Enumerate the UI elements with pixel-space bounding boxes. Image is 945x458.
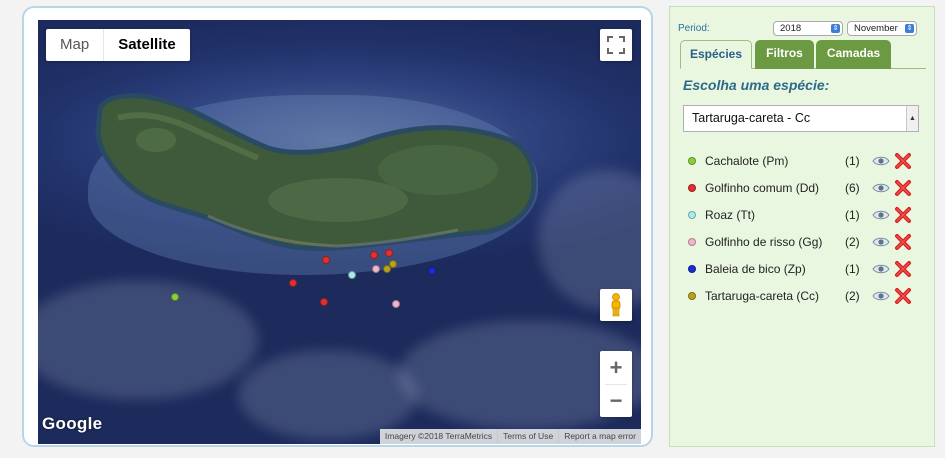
species-name: Golfinho comum (Dd) [705, 180, 820, 195]
species-select[interactable]: Tartaruga-careta - Cc ▲ [683, 105, 919, 132]
remove-x-icon[interactable] [894, 233, 912, 251]
species-count: (1) [845, 207, 860, 222]
species-list: Cachalote (Pm) (1) Golfinho comum (Dd) (6) R… [688, 147, 924, 309]
google-logo: Google [42, 414, 103, 433]
select-arrows-icon: ⇕ [831, 24, 840, 33]
fullscreen-button[interactable] [600, 29, 632, 61]
period-row: Period: 2018 ⇕ November ⇕ [678, 21, 917, 36]
species-row: Tartaruga-careta (Cc) (2) [688, 282, 924, 309]
island-shape [95, 93, 537, 252]
map-type-map-button[interactable]: Map [46, 29, 103, 61]
marker-golfinho-comum[interactable] [385, 249, 393, 257]
fullscreen-icon [607, 36, 625, 54]
marker-golfinho-comum[interactable] [370, 251, 378, 259]
species-count: (1) [845, 261, 860, 276]
imagery-credit: Imagery ©2018 TerraMetrics [384, 431, 493, 441]
eye-icon[interactable] [871, 208, 891, 222]
species-row: Golfinho comum (Dd) (6) [688, 174, 924, 201]
dropdown-arrow-icon: ▲ [906, 106, 918, 131]
pegman-icon [611, 293, 621, 317]
species-name: Golfinho de risso (Gg) [705, 234, 823, 249]
marker-golfinho-comum[interactable] [322, 256, 330, 264]
marker-golfinho-de-risso[interactable] [372, 265, 380, 273]
tab-filtros[interactable]: Filtros [755, 40, 814, 69]
zoom-control: + − [600, 351, 632, 417]
eye-icon[interactable] [871, 181, 891, 195]
eye-icon[interactable] [871, 262, 891, 276]
marker-baleia-de-bico[interactable] [428, 267, 436, 275]
species-name: Roaz (Tt) [705, 207, 756, 222]
species-color-dot [688, 156, 696, 165]
marker-roaz[interactable] [348, 271, 356, 279]
species-count: (2) [845, 234, 860, 249]
map-frame: Map Satellite + − Google Imagery ©2018 T… [22, 6, 653, 447]
marker-golfinho-comum[interactable] [289, 279, 297, 287]
marker-golfinho-comum[interactable] [320, 298, 328, 306]
map-type-satellite-button[interactable]: Satellite [103, 29, 190, 61]
species-color-dot [688, 264, 696, 273]
species-count: (2) [845, 288, 860, 303]
zoom-out-button[interactable]: − [600, 385, 632, 417]
remove-x-icon[interactable] [894, 152, 912, 170]
species-row: Baleia de bico (Zp) (1) [688, 255, 924, 282]
remove-x-icon[interactable] [894, 179, 912, 197]
species-name: Cachalote (Pm) [705, 153, 789, 168]
marker-golfinho-de-risso[interactable] [392, 300, 400, 308]
choose-species-heading: Escolha uma espécie: [683, 77, 830, 93]
remove-x-icon[interactable] [894, 206, 912, 224]
eye-icon[interactable] [871, 235, 891, 249]
species-select-value: Tartaruga-careta - Cc [692, 111, 811, 125]
species-row: Roaz (Tt) (1) [688, 201, 924, 228]
species-name: Tartaruga-careta (Cc) [705, 288, 820, 303]
month-select[interactable]: November ⇕ [847, 21, 917, 36]
tab-bar: Espécies Filtros Camadas [680, 40, 926, 69]
page: Map Satellite + − Google Imagery ©2018 T… [0, 0, 945, 458]
satellite-map[interactable]: Map Satellite + − Google Imagery ©2018 T… [38, 20, 641, 444]
marker-tartaruga-careta[interactable] [389, 260, 397, 268]
marker-cachalote[interactable] [171, 293, 179, 301]
street-view-button[interactable] [600, 289, 632, 321]
species-color-dot [688, 183, 696, 192]
year-value: 2018 [780, 23, 802, 34]
year-select[interactable]: 2018 ⇕ [773, 21, 843, 36]
remove-x-icon[interactable] [894, 260, 912, 278]
species-count: (1) [845, 153, 860, 168]
terms-of-use-link[interactable]: Terms of Use [497, 429, 558, 444]
species-count: (6) [845, 180, 860, 195]
map-type-control: Map Satellite [46, 29, 190, 61]
remove-x-icon[interactable] [894, 287, 912, 305]
species-color-dot [688, 291, 696, 300]
report-map-error-link[interactable]: Report a map error [558, 429, 641, 444]
month-value: November [854, 23, 898, 34]
map-attribution: Imagery ©2018 TerraMetrics Terms of Use … [379, 429, 641, 444]
species-row: Golfinho de risso (Gg) (2) [688, 228, 924, 255]
tab-especies[interactable]: Espécies [680, 40, 752, 69]
period-label: Period: [678, 23, 710, 34]
species-name: Baleia de bico (Zp) [705, 261, 806, 276]
species-row: Cachalote (Pm) (1) [688, 147, 924, 174]
side-panel: Period: 2018 ⇕ November ⇕ Espécies Filtr… [669, 6, 935, 447]
species-color-dot [688, 237, 696, 246]
zoom-in-button[interactable]: + [600, 352, 632, 384]
species-color-dot [688, 210, 696, 219]
select-arrows-icon: ⇕ [905, 24, 914, 33]
tab-camadas[interactable]: Camadas [816, 40, 891, 69]
eye-icon[interactable] [871, 289, 891, 303]
eye-icon[interactable] [871, 154, 891, 168]
